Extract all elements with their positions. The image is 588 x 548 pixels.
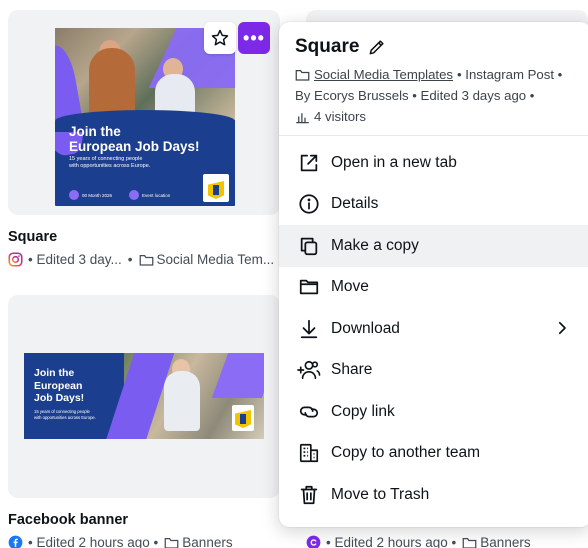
folder-link[interactable]: Social Media Templates bbox=[314, 64, 453, 85]
menu-item-label: Details bbox=[331, 195, 379, 213]
separator: • bbox=[127, 252, 133, 267]
eures-logo bbox=[203, 174, 229, 202]
banner-design-preview: Join the European Job Days! 15 years of … bbox=[24, 353, 264, 439]
eures-logo bbox=[232, 405, 254, 431]
design-date: 00 Month 2026 bbox=[69, 190, 112, 200]
menu-meta: Social Media Templates • Instagram Post … bbox=[295, 64, 575, 127]
share-people-icon bbox=[297, 358, 321, 382]
square-design-preview: Join the European Job Days! 15 years of … bbox=[55, 28, 235, 206]
design-title-line: Job Days! bbox=[34, 392, 85, 404]
design-location: Event location bbox=[129, 190, 170, 200]
menu-item-share[interactable]: Share bbox=[279, 350, 588, 392]
menu-item-label: Copy link bbox=[331, 402, 395, 420]
context-menu: Square Social Media Templates • Instagra… bbox=[279, 22, 588, 527]
menu-header: Square Social Media Templates • Instagra… bbox=[279, 22, 588, 136]
design-location-text: Event location bbox=[142, 192, 171, 198]
menu-item-label: Copy to another team bbox=[331, 444, 481, 462]
menu-item-move-to-trash[interactable]: Move to Trash bbox=[279, 474, 588, 516]
pencil-icon[interactable] bbox=[367, 37, 387, 57]
menu-item-label: Download bbox=[331, 319, 400, 337]
chevron-right-icon bbox=[558, 321, 566, 335]
folder-icon bbox=[164, 536, 179, 548]
copy-icon bbox=[297, 234, 321, 258]
author-edited-text: By Ecorys Brussels • Edited 3 days ago • bbox=[295, 88, 535, 103]
folder-icon bbox=[462, 536, 477, 548]
menu-item-download[interactable]: Download bbox=[279, 308, 588, 350]
menu-item-label: Make a copy bbox=[331, 236, 419, 254]
folder-icon bbox=[297, 275, 321, 299]
design-date-text: 00 Month 2026 bbox=[82, 192, 113, 198]
design-subtitle: 15 years of connecting people with oppor… bbox=[34, 409, 114, 420]
canva-icon bbox=[306, 535, 321, 548]
menu-item-open-new-tab[interactable]: Open in a new tab bbox=[279, 142, 588, 184]
menu-items: Open in a new tab Details Make a copy Mo… bbox=[279, 136, 588, 516]
instagram-icon bbox=[8, 252, 23, 267]
open-external-icon bbox=[297, 151, 321, 175]
design-title: Join the European Job Days! bbox=[34, 367, 84, 405]
info-icon bbox=[297, 192, 321, 216]
edited-text: • Edited 3 day... bbox=[28, 252, 122, 267]
trash-icon bbox=[297, 483, 321, 507]
design-subtitle-line: with opportunities across Europe. bbox=[69, 163, 151, 169]
design-subtitle-line: 15 years of connecting people bbox=[69, 156, 143, 162]
star-icon bbox=[211, 29, 229, 46]
team-building-icon bbox=[297, 441, 321, 465]
facebook-icon bbox=[8, 535, 23, 548]
visitors-count[interactable]: 4 visitors bbox=[314, 106, 366, 127]
link-icon bbox=[297, 400, 321, 424]
design-title: Join the European Job Days! bbox=[69, 124, 200, 154]
menu-item-copy-to-team[interactable]: Copy to another team bbox=[279, 433, 588, 475]
edited-text: • Edited 2 hours ago • bbox=[28, 535, 159, 548]
design-subtitle: 15 years of connecting people with oppor… bbox=[69, 156, 179, 170]
card-title[interactable]: Square bbox=[8, 229, 57, 245]
menu-item-label: Move to Trash bbox=[331, 485, 430, 503]
folder-icon bbox=[295, 69, 310, 81]
folder-name[interactable]: Banners bbox=[182, 535, 232, 548]
edited-text: • Edited 2 hours ago • bbox=[326, 535, 457, 548]
card-meta: • Edited 3 day... • Social Media Tem... bbox=[8, 252, 274, 267]
menu-item-label: Move bbox=[331, 278, 369, 296]
menu-item-make-copy[interactable]: Make a copy bbox=[279, 225, 588, 267]
design-title-line: European Job Days! bbox=[69, 139, 200, 154]
facebook-banner-thumbnail[interactable]: Join the European Job Days! 15 years of … bbox=[8, 295, 280, 498]
bar-chart-icon bbox=[296, 112, 309, 123]
design-name[interactable]: Square bbox=[295, 36, 359, 58]
star-button[interactable] bbox=[204, 22, 236, 54]
menu-item-label: Open in a new tab bbox=[331, 153, 457, 171]
location-dot-icon bbox=[129, 190, 139, 200]
download-icon bbox=[297, 317, 321, 341]
folder-icon bbox=[139, 253, 154, 267]
folder-name[interactable]: Social Media Tem... bbox=[157, 252, 275, 267]
design-title-line: Join the bbox=[34, 367, 75, 379]
menu-item-copy-link[interactable]: Copy link bbox=[279, 391, 588, 433]
more-icon: ••• bbox=[243, 28, 265, 48]
more-options-button[interactable]: ••• bbox=[238, 22, 270, 54]
design-person bbox=[164, 371, 200, 431]
card-meta: • Edited 2 hours ago • Banners bbox=[306, 535, 531, 548]
card-title[interactable]: Facebook banner bbox=[8, 512, 128, 528]
design-type: • Instagram Post • bbox=[457, 67, 563, 82]
design-title-line: Join the bbox=[69, 124, 121, 139]
folder-name[interactable]: Banners bbox=[480, 535, 530, 548]
menu-title: Square bbox=[295, 36, 575, 58]
menu-item-label: Share bbox=[331, 361, 373, 379]
menu-item-move[interactable]: Move bbox=[279, 267, 588, 309]
calendar-dot-icon bbox=[69, 190, 79, 200]
design-subtitle-line: with opportunities across Europe. bbox=[34, 414, 96, 420]
design-title-line: European bbox=[34, 379, 83, 392]
card-meta: • Edited 2 hours ago • Banners bbox=[8, 535, 233, 548]
menu-item-details[interactable]: Details bbox=[279, 184, 588, 226]
